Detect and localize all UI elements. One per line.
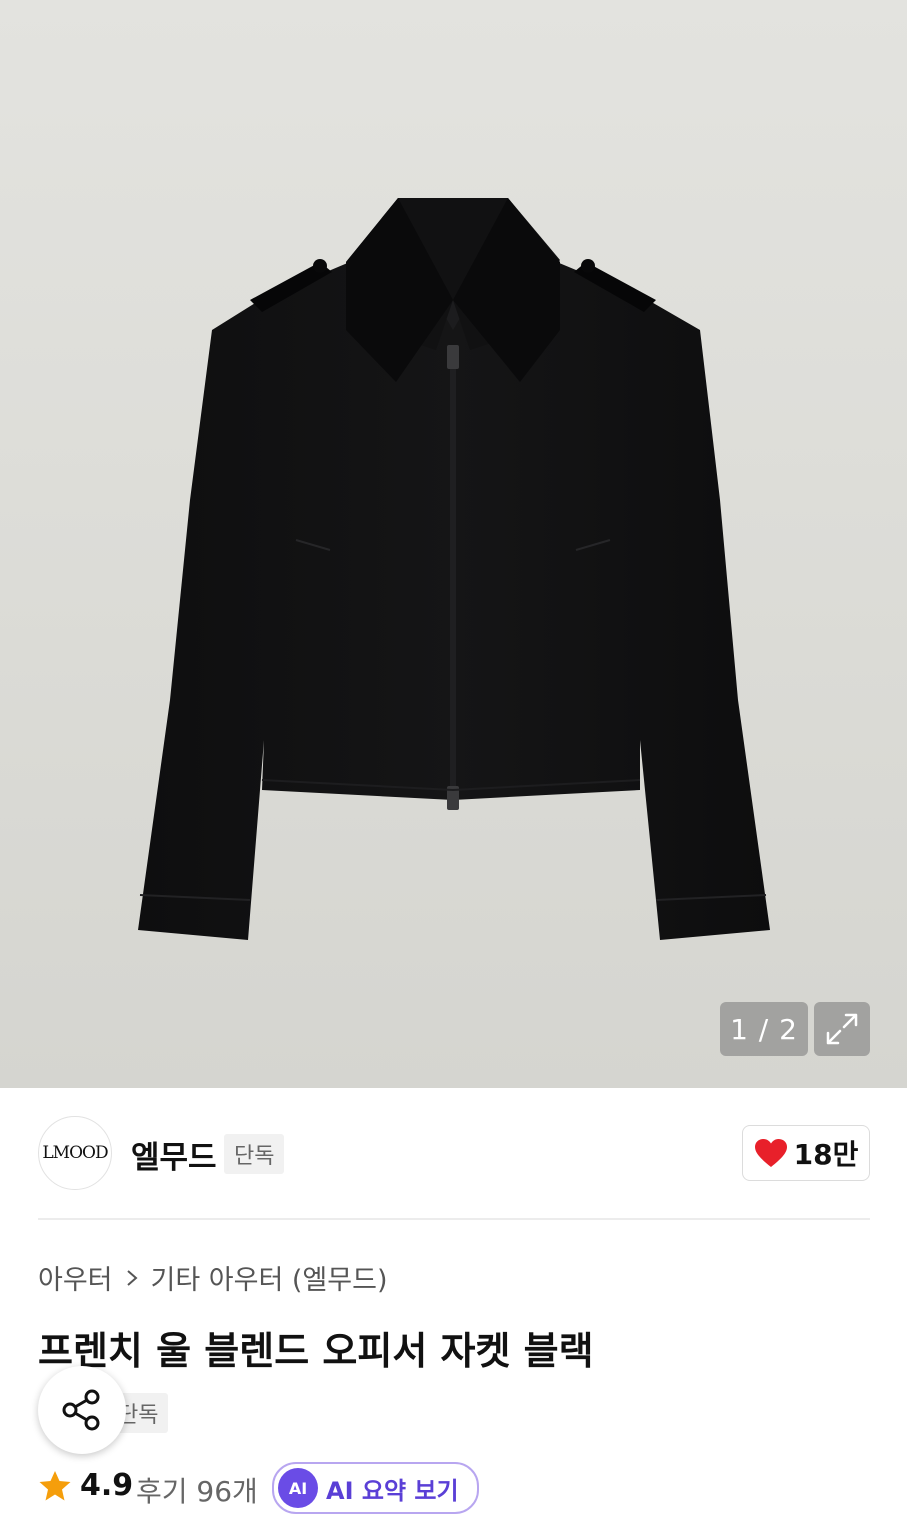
- like-count: 18만: [793, 1138, 859, 1171]
- product-title: 프렌치 울 블렌드 오피서 자켓 블랙: [38, 1329, 594, 1373]
- chevron-right-icon: [126, 1269, 138, 1286]
- ai-badge: AI: [278, 1468, 318, 1508]
- share-icon: [62, 1389, 100, 1431]
- brand-name[interactable]: 엘무드: [131, 1132, 217, 1177]
- brand-logo[interactable]: LMOOD: [38, 1116, 112, 1190]
- divider: [38, 1218, 870, 1220]
- breadcrumb-subcategory[interactable]: 기타 아우터 (엘무드): [151, 1258, 388, 1297]
- product-image: [138, 198, 770, 940]
- ai-summary-button[interactable]: AI AI 요약 보기: [272, 1462, 479, 1514]
- like-button[interactable]: 18만: [742, 1125, 870, 1181]
- ai-summary-label: AI 요약 보기: [326, 1476, 459, 1505]
- product-image-gallery[interactable]: 1 / 2: [0, 0, 907, 1088]
- exclusive-tag: 단독: [224, 1134, 285, 1174]
- rating-score: 4.9: [80, 1468, 134, 1503]
- expand-icon: [826, 1013, 858, 1045]
- heart-icon: [754, 1139, 787, 1167]
- breadcrumb-category[interactable]: 아우터: [38, 1258, 113, 1297]
- expand-button[interactable]: [814, 1002, 870, 1056]
- review-count-link[interactable]: 후기 96개: [136, 1470, 258, 1510]
- brand-row: LMOOD 엘무드 단독 18만: [38, 1116, 870, 1190]
- breadcrumb: 아우터 기타 아우터 (엘무드): [38, 1258, 387, 1297]
- image-counter: 1 / 2: [720, 1002, 808, 1056]
- share-button[interactable]: [38, 1366, 126, 1454]
- star-icon: [39, 1471, 71, 1501]
